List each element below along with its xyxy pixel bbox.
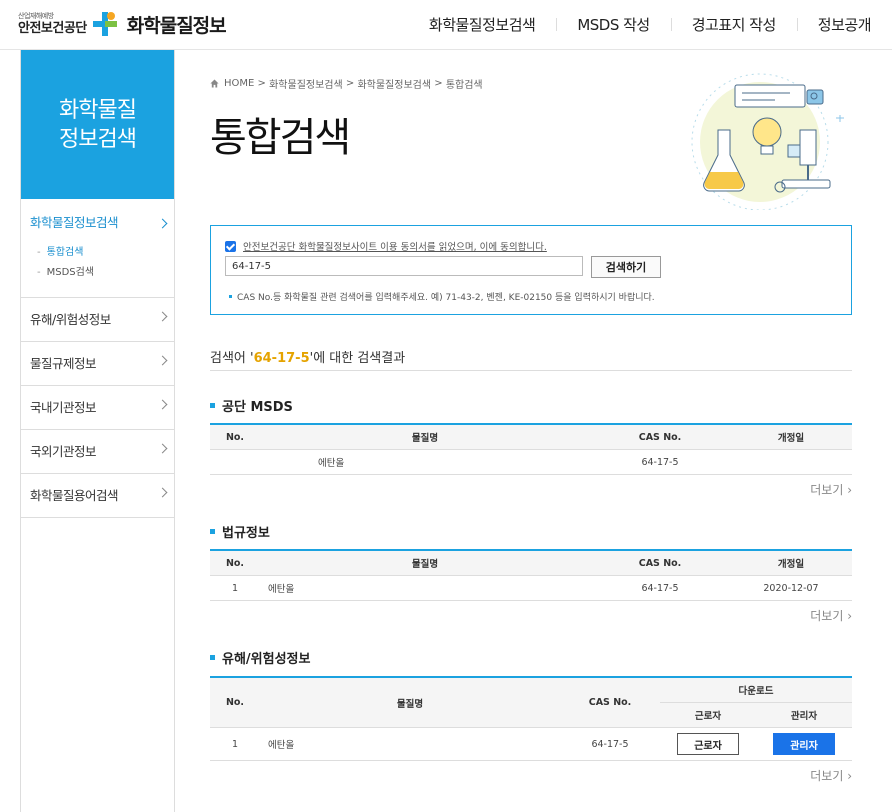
column-header: No.: [210, 423, 260, 450]
sidebar-item-foreign-agency[interactable]: 국외기관정보: [21, 430, 174, 474]
nav-info-disclosure[interactable]: 정보공개: [796, 14, 892, 35]
sidebar-heading-line2: 정보검색: [59, 126, 137, 152]
search-hint: CAS No.등 화학물질 관련 검색어를 입력해주세요. 예) 71-43-2…: [229, 290, 655, 303]
breadcrumb: HOME > 화학물질정보검색 > 화학물질정보검색 > 통합검색: [210, 76, 483, 91]
sidebar-item-regulation-info[interactable]: 물질규제정보: [21, 342, 174, 386]
breadcrumb-current: 통합검색: [445, 80, 483, 91]
cell-manager: 관리자: [756, 727, 852, 761]
sidebar-subitem-integrated-search[interactable]: 통합검색: [37, 243, 174, 263]
column-header: CAS No.: [590, 423, 730, 450]
sidebar-heading-line1: 화학물질: [59, 97, 137, 123]
column-header: 개정일: [730, 549, 852, 576]
table-row[interactable]: 1 에탄올 64-17-5 2020-12-07: [210, 575, 852, 601]
column-header: CAS No.: [590, 549, 730, 576]
global-nav: 화학물질정보검색 MSDS 작성 경고표지 작성 정보공개: [408, 0, 892, 49]
sidebar: 화학물질 정보검색 화학물질정보검색 통합검색 MSDS검색 유해/위험성정보 …: [20, 50, 175, 812]
breadcrumb-home[interactable]: HOME: [224, 78, 254, 89]
column-header: 개정일: [730, 423, 852, 450]
worker-download-button[interactable]: 근로자: [677, 733, 739, 755]
sidebar-item-label[interactable]: 화학물질용어검색: [21, 474, 174, 517]
search-keyword: 64-17-5: [253, 351, 310, 366]
cell-revised: [730, 449, 852, 475]
table-header-row: No. 물질명 CAS No. 개정일: [210, 423, 852, 450]
more-link-law[interactable]: 더보기: [810, 607, 852, 624]
hazard-table: No. 물질명 CAS No. 다운로드 근로자 관리자 1 에탄올 64-17…: [210, 676, 852, 761]
manager-download-button[interactable]: 관리자: [773, 733, 835, 755]
cell-substance-link[interactable]: 에탄올: [260, 727, 560, 761]
agency-name: 안전보건공단: [18, 21, 87, 36]
nav-warning-label[interactable]: 경고표지 작성: [670, 14, 797, 35]
search-panel: 안전보건공단 화학물질정보사이트 이용 동의서를 읽었으며, 이에 동의합니다.…: [210, 225, 852, 315]
nav-msds-write[interactable]: MSDS 작성: [556, 14, 670, 35]
sidebar-heading: 화학물질 정보검색: [21, 50, 174, 199]
agree-checkbox[interactable]: [225, 240, 236, 252]
cell-revised: 2020-12-07: [730, 575, 852, 601]
cell-substance-link[interactable]: 에탄올: [260, 575, 590, 601]
site-header: 산업재해예방 안전보건공단 화학물질정보 화학물질정보검색 MSDS 작성 경고…: [0, 0, 892, 50]
sidebar-item-hazard-info[interactable]: 유해/위험성정보: [21, 298, 174, 342]
breadcrumb-item[interactable]: 화학물질정보검색: [357, 76, 431, 91]
column-header: 물질명: [260, 549, 590, 576]
column-header: 물질명: [260, 676, 560, 728]
divider: [210, 370, 852, 371]
agency-sub: 산업재해예방: [18, 12, 54, 20]
sidebar-item-label[interactable]: 국외기관정보: [21, 430, 174, 473]
page-title: 통합검색: [210, 115, 351, 161]
column-header: CAS No.: [560, 676, 660, 728]
result-summary: 검색어 '64-17-5'에 대한 검색결과: [210, 347, 405, 366]
column-header: 관리자: [756, 702, 852, 728]
result-summary-prefix: 검색어 ': [210, 351, 254, 366]
column-header: No.: [210, 549, 260, 576]
sidebar-item-label[interactable]: 유해/위험성정보: [21, 298, 174, 341]
more-link-msds[interactable]: 더보기: [810, 481, 852, 498]
law-table: No. 물질명 CAS No. 개정일 1 에탄올 64-17-5 2020-1…: [210, 549, 852, 601]
cell-cas: 64-17-5: [590, 449, 730, 475]
cell-no: [210, 449, 260, 475]
search-input[interactable]: [225, 256, 583, 276]
lab-illustration-icon: [691, 73, 844, 210]
home-icon: [210, 79, 219, 88]
agree-label[interactable]: 안전보건공단 화학물질정보사이트 이용 동의서를 읽었으며, 이에 동의합니다.: [243, 239, 547, 253]
site-title: 화학물질정보: [126, 14, 227, 37]
result-summary-suffix: '에 대한 검색결과: [309, 351, 406, 366]
table-row[interactable]: 1 에탄올 64-17-5 근로자 관리자: [210, 727, 852, 761]
sidebar-item-label[interactable]: 물질규제정보: [21, 342, 174, 385]
column-header: 다운로드: [660, 676, 852, 703]
agency-logo: 산업재해예방 안전보건공단: [18, 12, 87, 36]
agree-row: 안전보건공단 화학물질정보사이트 이용 동의서를 읽었으며, 이에 동의합니다.: [225, 239, 547, 253]
site-logo[interactable]: 산업재해예방 안전보건공단 화학물질정보: [18, 6, 227, 42]
table-row[interactable]: 에탄올 64-17-5: [210, 449, 852, 475]
sidebar-subitem-msds-search[interactable]: MSDS검색: [37, 263, 174, 283]
column-header: 근로자: [660, 702, 756, 728]
cell-no: 1: [210, 727, 260, 761]
sidebar-item-domestic-agency[interactable]: 국내기관정보: [21, 386, 174, 430]
table-header-row: No. 물질명 CAS No. 다운로드: [210, 676, 852, 728]
section-title-msds: 공단 MSDS: [210, 396, 293, 415]
more-link-hazard[interactable]: 더보기: [810, 767, 852, 784]
cell-cas: 64-17-5: [590, 575, 730, 601]
sidebar-item-label[interactable]: 화학물질정보검색: [21, 203, 174, 243]
search-button[interactable]: 검색하기: [591, 256, 661, 278]
sidebar-submenu: 통합검색 MSDS검색: [21, 243, 174, 297]
cell-no: 1: [210, 575, 260, 601]
sidebar-item-term-search[interactable]: 화학물질용어검색: [21, 474, 174, 518]
cell-cas: 64-17-5: [560, 727, 660, 761]
msds-table: No. 물질명 CAS No. 개정일 에탄올 64-17-5: [210, 423, 852, 475]
sidebar-item-chem-search[interactable]: 화학물질정보검색 통합검색 MSDS검색: [21, 203, 174, 298]
section-title-law: 법규정보: [210, 522, 270, 541]
column-header: No.: [210, 676, 260, 728]
table-header-row: No. 물질명 CAS No. 개정일: [210, 549, 852, 576]
cell-substance-link[interactable]: 에탄올: [260, 449, 590, 475]
cross-logo-icon: [92, 12, 117, 36]
breadcrumb-item[interactable]: 화학물질정보검색: [269, 76, 343, 91]
cell-worker: 근로자: [660, 727, 756, 761]
sidebar-item-label[interactable]: 국내기관정보: [21, 386, 174, 429]
section-title-hazard: 유해/위험성정보: [210, 648, 310, 667]
nav-chem-search[interactable]: 화학물질정보검색: [408, 14, 556, 35]
column-header: 물질명: [260, 423, 590, 450]
